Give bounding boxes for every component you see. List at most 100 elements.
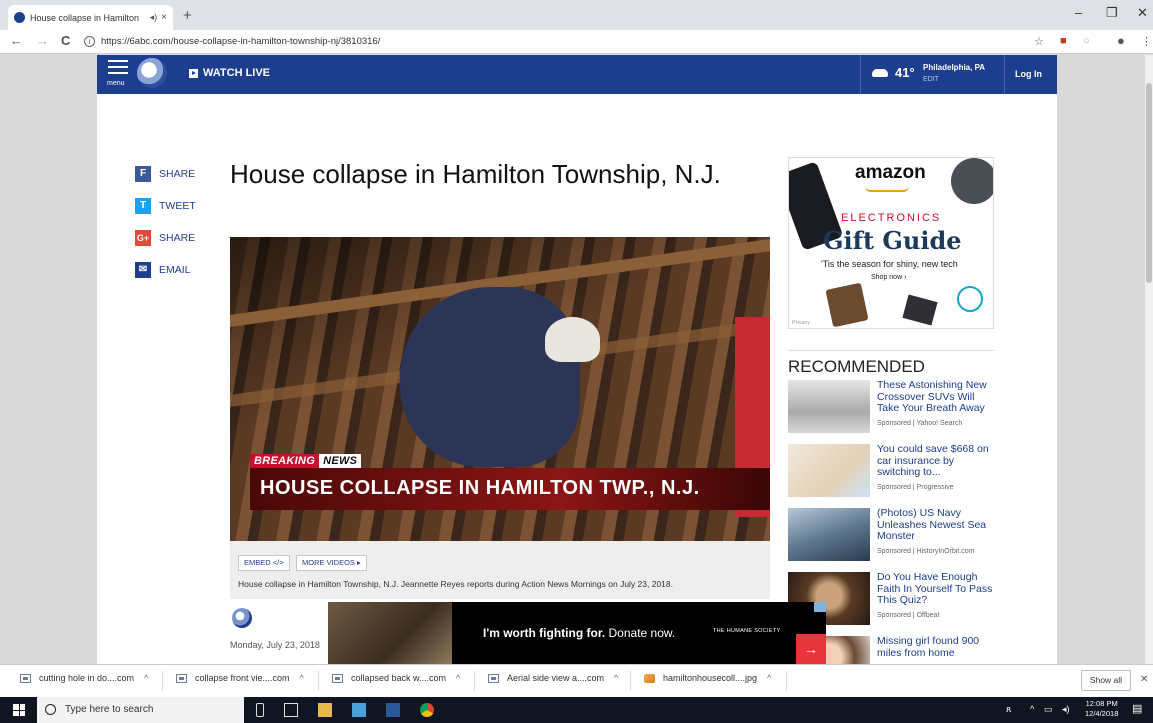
- share-facebook-button[interactable]: f SHARE: [135, 166, 196, 182]
- file-explorer-icon[interactable]: [318, 703, 332, 717]
- news-label: NEWS: [319, 454, 362, 468]
- download-menu-caret[interactable]: ^: [456, 673, 460, 683]
- new-tab-button[interactable]: +: [183, 7, 192, 24]
- taskbar-search-box[interactable]: Type here to search: [37, 697, 244, 723]
- people-icon[interactable]: ጸ: [1006, 704, 1011, 715]
- download-menu-caret[interactable]: ^: [767, 673, 771, 683]
- recommended-heading: RECOMMENDED: [788, 357, 925, 376]
- tab-close-button[interactable]: ×: [161, 12, 167, 23]
- address-bar[interactable]: i https://6abc.com/house-collapse-in-hami…: [84, 33, 1024, 51]
- download-filename: hamiltonhousecoll....jpg: [663, 673, 758, 683]
- scrollbar-thumb[interactable]: [1146, 83, 1152, 283]
- task-view-icon[interactable]: [284, 703, 298, 717]
- word-icon[interactable]: [386, 703, 400, 717]
- divider: [788, 350, 994, 351]
- download-item[interactable]: collapse front vie....com ^: [176, 673, 304, 683]
- watch-live-label: WATCH LIVE: [203, 67, 271, 79]
- recommended-item[interactable]: (Photos) US Navy Unleashes Newest Sea Mo…: [788, 507, 994, 566]
- browser-toolbar: ← → C i https://6abc.com/house-collapse-i…: [0, 30, 1153, 54]
- recommended-thumbnail: [788, 508, 870, 561]
- login-link[interactable]: Log In: [1015, 69, 1042, 79]
- ad-donate-rest: Donate now.: [605, 626, 676, 640]
- share-google-plus-button[interactable]: G+ SHARE: [135, 230, 196, 246]
- forward-button[interactable]: →: [36, 33, 49, 48]
- download-menu-caret[interactable]: ^: [614, 673, 618, 683]
- tray-chevron-up-icon[interactable]: ^: [1030, 704, 1034, 714]
- watch-live-button[interactable]: WATCH LIVE: [189, 67, 270, 79]
- store-icon[interactable]: [352, 703, 366, 717]
- weather-temperature: 41°: [895, 65, 915, 80]
- audio-playing-icon[interactable]: ◂): [150, 12, 158, 23]
- ad-section: ELECTRONICS: [841, 212, 942, 224]
- weather-edit-link[interactable]: EDIT: [923, 76, 939, 83]
- window-minimize-button[interactable]: –: [1075, 5, 1082, 20]
- ad-shop-now-link[interactable]: Shop now ›: [871, 274, 906, 281]
- extension-pocket-icon[interactable]: ■: [1060, 35, 1067, 47]
- page-scrollbar[interactable]: [1145, 55, 1153, 664]
- recommended-thumbnail: [788, 444, 870, 497]
- file-icon: [332, 673, 343, 683]
- back-button[interactable]: ←: [10, 33, 23, 48]
- video-lower-third: HOUSE COLLAPSE IN HAMILTON TWP., N.J.: [250, 468, 770, 510]
- recommended-item[interactable]: These Astonishing New Crossover SUVs Wil…: [788, 379, 994, 438]
- abc6-logo[interactable]: [137, 58, 167, 88]
- recommended-sponsor: Sponsored | Yahoo! Search: [877, 420, 963, 427]
- profile-icon[interactable]: ●: [1117, 33, 1125, 48]
- network-icon[interactable]: ▭: [1044, 704, 1053, 715]
- ad-arrow-button[interactable]: →: [796, 634, 826, 664]
- ad-tagline: 'Tis the season for shiny, new tech: [821, 259, 958, 269]
- download-menu-caret[interactable]: ^: [300, 673, 304, 683]
- recommended-sponsor: Sponsored | Offbeat: [877, 612, 940, 619]
- video-player[interactable]: BREAKING NEWS HOUSE COLLAPSE IN HAMILTON…: [230, 237, 770, 541]
- embed-button[interactable]: EMBED </>: [238, 555, 290, 571]
- menu-button[interactable]: menu: [107, 60, 128, 87]
- microphone-icon[interactable]: [256, 703, 264, 717]
- share-twitter-button[interactable]: t TWEET: [135, 198, 196, 214]
- share-email-button[interactable]: ✉ EMAIL: [135, 262, 196, 278]
- download-item[interactable]: cutting hole in do....com ^: [20, 673, 148, 683]
- browser-menu-icon[interactable]: ⋮: [1141, 35, 1152, 48]
- download-item[interactable]: Aerial side view a....com ^: [488, 673, 618, 683]
- browser-tab-strip: House collapse in Hamilton ◂) × + – ❐ ✕: [0, 0, 1153, 30]
- window-restore-button[interactable]: ❐: [1106, 5, 1118, 21]
- divider: [318, 671, 319, 691]
- menu-label: menu: [107, 80, 125, 87]
- browser-tab[interactable]: House collapse in Hamilton ◂) ×: [8, 5, 173, 30]
- download-menu-caret[interactable]: ^: [144, 673, 148, 683]
- divider: [786, 671, 787, 691]
- ad-choices-icon[interactable]: [814, 602, 826, 612]
- notification-center-icon[interactable]: ▤: [1132, 702, 1142, 715]
- ad-earbuds-image: [957, 286, 983, 312]
- window-close-button[interactable]: ✕: [1137, 5, 1148, 21]
- search-placeholder: Type here to search: [65, 704, 154, 715]
- windows-start-icon[interactable]: [13, 704, 25, 716]
- chrome-icon[interactable]: [420, 703, 434, 717]
- more-videos-button[interactable]: MORE VIDEOS ▸: [296, 555, 367, 571]
- divider: [630, 671, 631, 691]
- recommended-title: Do You Have Enough Faith In Yourself To …: [877, 571, 993, 606]
- recommended-title: Missing girl found 900 miles from home: [877, 636, 980, 659]
- download-item[interactable]: hamiltonhousecoll....jpg ^: [644, 673, 771, 683]
- close-download-shelf-button[interactable]: ✕: [1140, 674, 1148, 685]
- site-info-icon[interactable]: i: [84, 36, 95, 47]
- cloud-icon: [872, 69, 888, 77]
- ad-speaker-image: [951, 158, 993, 204]
- extension-circle-icon[interactable]: ○: [1083, 35, 1090, 47]
- file-icon: [176, 673, 187, 683]
- share-label: SHARE: [159, 232, 196, 244]
- recommended-item[interactable]: You could save $668 on car insurance by …: [788, 443, 994, 502]
- show-all-downloads-button[interactable]: Show all: [1081, 670, 1131, 691]
- amazon-ad[interactable]: amazon ELECTRONICS Gift Guide 'Tis the s…: [788, 157, 994, 329]
- weather-widget[interactable]: 41° Philadelphia, PA EDIT: [860, 55, 1005, 94]
- reload-button[interactable]: C: [61, 33, 70, 48]
- bookmark-star-icon[interactable]: ☆: [1034, 35, 1044, 48]
- download-item[interactable]: collapsed back w....com ^: [332, 673, 460, 683]
- humane-society-ad[interactable]: I'm worth fighting for. Donate now. THE …: [328, 602, 826, 664]
- video-frame-worker: [400, 287, 580, 467]
- site-header: menu WATCH LIVE 41° Philadelphia, PA EDI…: [97, 55, 1057, 94]
- taskbar-clock[interactable]: 12:08 PM 12/4/2018: [1085, 699, 1118, 719]
- image-file-icon: [644, 673, 655, 683]
- breaking-label: BREAKING: [250, 454, 320, 468]
- ad-privacy-link[interactable]: Privacy: [792, 320, 810, 326]
- volume-icon[interactable]: ◂): [1062, 704, 1070, 715]
